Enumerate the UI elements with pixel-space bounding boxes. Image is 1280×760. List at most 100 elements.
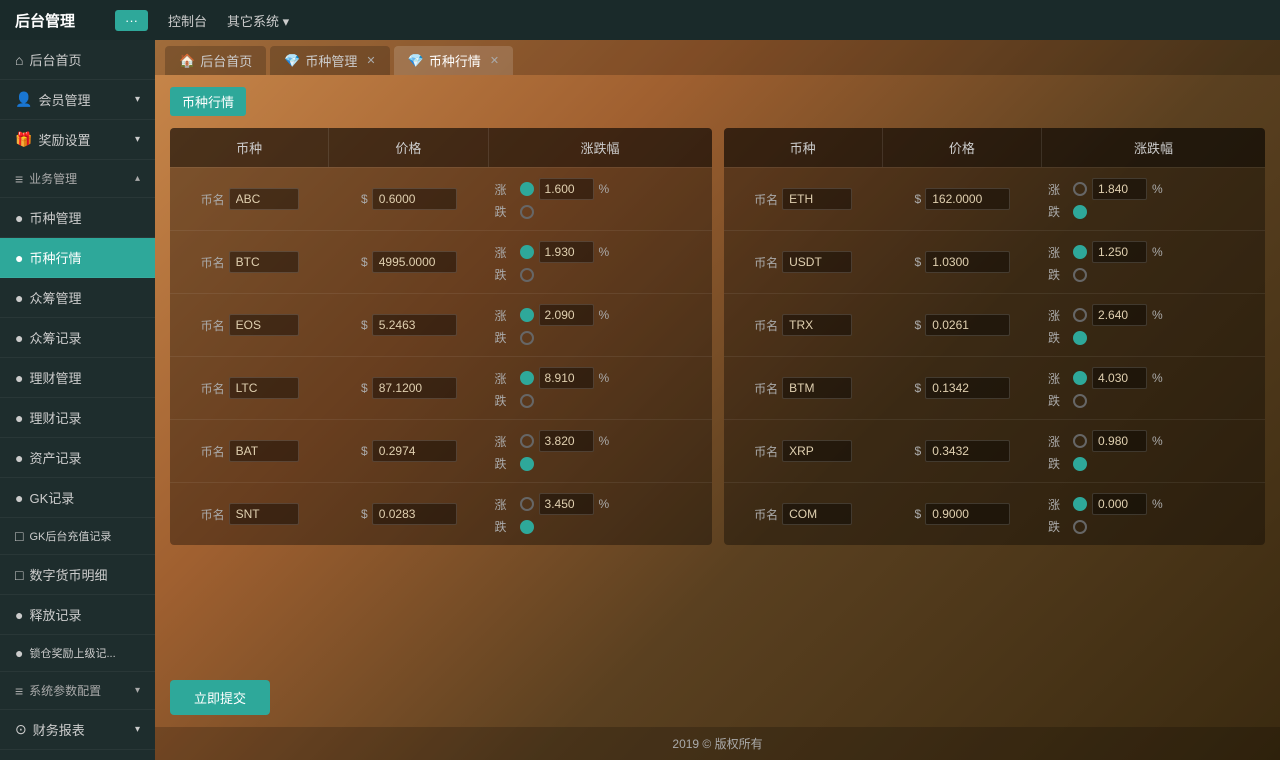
fall-radio[interactable] bbox=[1073, 520, 1087, 534]
fall-radio-selected[interactable] bbox=[520, 457, 534, 471]
coin-name-input[interactable] bbox=[782, 377, 852, 399]
submit-button[interactable]: 立即提交 bbox=[170, 680, 270, 715]
price-input[interactable] bbox=[925, 440, 1010, 462]
sidebar-item-asset-records[interactable]: ● 资产记录 bbox=[0, 438, 155, 478]
coin-name-input[interactable] bbox=[229, 503, 299, 525]
close-coin-mgmt-tab[interactable]: ✕ bbox=[366, 54, 375, 67]
price-input[interactable] bbox=[372, 440, 457, 462]
price-input[interactable] bbox=[372, 251, 457, 273]
coin-name-input[interactable] bbox=[782, 188, 852, 210]
change-value-input[interactable] bbox=[539, 178, 594, 200]
sidebar-item-gk-recharge[interactable]: □ GK后台充值记录 bbox=[0, 518, 155, 555]
fall-radio-selected[interactable] bbox=[1073, 457, 1087, 471]
rise-radio-selected[interactable] bbox=[520, 245, 534, 259]
fall-radio[interactable] bbox=[520, 394, 534, 408]
coin-name-input[interactable] bbox=[229, 440, 299, 462]
coin-name-input[interactable] bbox=[229, 251, 299, 273]
coin-name-input[interactable] bbox=[782, 251, 852, 273]
fall-radio-selected[interactable] bbox=[1073, 331, 1087, 345]
tab-coin-market[interactable]: 💎 币种行情 ✕ bbox=[394, 46, 513, 75]
fall-radio[interactable] bbox=[1073, 394, 1087, 408]
price-input[interactable] bbox=[372, 314, 457, 336]
price-input[interactable] bbox=[372, 377, 457, 399]
tab-coin-mgmt[interactable]: 💎 币种管理 ✕ bbox=[270, 46, 389, 75]
dollar-sign: $ bbox=[361, 507, 368, 521]
sidebar-item-reward[interactable]: 🎁 奖励设置 ▾ bbox=[0, 120, 155, 160]
price-input[interactable] bbox=[925, 503, 1010, 525]
rise-radio[interactable] bbox=[1073, 182, 1087, 196]
fall-radio-selected[interactable] bbox=[1073, 205, 1087, 219]
price-input[interactable] bbox=[925, 251, 1010, 273]
price-input[interactable] bbox=[925, 377, 1010, 399]
rise-radio-selected[interactable] bbox=[1073, 371, 1087, 385]
sidebar-item-lock-reward[interactable]: ● 锁仓奖励上级记... bbox=[0, 635, 155, 672]
coin-name-input[interactable] bbox=[229, 377, 299, 399]
sidebar-item-label: GK后台充值记录 bbox=[29, 528, 111, 544]
rise-radio-selected[interactable] bbox=[1073, 497, 1087, 511]
sidebar-item-business[interactable]: ≡ 业务管理 ▴ bbox=[0, 160, 155, 198]
top-nav-more-button[interactable]: ··· bbox=[115, 10, 148, 31]
dollar-sign: $ bbox=[915, 381, 922, 395]
sidebar-item-sys-config[interactable]: ≡ 系统参数配置 ▾ bbox=[0, 672, 155, 710]
sidebar-item-finance-records[interactable]: ● 理财记录 bbox=[0, 398, 155, 438]
fall-radio[interactable] bbox=[1073, 268, 1087, 282]
chevron-down-icon: ▾ bbox=[135, 134, 140, 145]
dollar-sign: $ bbox=[915, 192, 922, 206]
fall-radio-selected[interactable] bbox=[520, 520, 534, 534]
sidebar-item-home[interactable]: ⌂ 后台首页 bbox=[0, 40, 155, 80]
sidebar-item-coin-market[interactable]: ● 币种行情 bbox=[0, 238, 155, 278]
coin-label: 币名 bbox=[201, 380, 225, 397]
pct-label: % bbox=[1152, 497, 1163, 511]
sidebar-item-crypto-detail[interactable]: □ 数字货币明细 bbox=[0, 555, 155, 595]
price-cell: $ bbox=[329, 310, 488, 340]
rise-radio[interactable] bbox=[520, 434, 534, 448]
change-value-input[interactable] bbox=[1092, 241, 1147, 263]
sidebar-item-finance-report[interactable]: ⊙ 财务报表 ▾ bbox=[0, 710, 155, 750]
sidebar-item-finance-mgmt[interactable]: ● 理财管理 bbox=[0, 358, 155, 398]
price-input[interactable] bbox=[925, 314, 1010, 336]
change-value-input[interactable] bbox=[539, 304, 594, 326]
sidebar-item-gk-records[interactable]: ● GK记录 bbox=[0, 478, 155, 518]
sidebar-item-coin-mgmt[interactable]: ● 币种管理 bbox=[0, 198, 155, 238]
price-input[interactable] bbox=[925, 188, 1010, 210]
fall-radio[interactable] bbox=[520, 205, 534, 219]
rise-radio[interactable] bbox=[1073, 434, 1087, 448]
rise-radio-selected[interactable] bbox=[520, 308, 534, 322]
price-input[interactable] bbox=[372, 503, 457, 525]
rise-radio-selected[interactable] bbox=[1073, 245, 1087, 259]
sidebar-item-release[interactable]: ● 释放记录 bbox=[0, 595, 155, 635]
sidebar-item-label: 理财记录 bbox=[29, 408, 81, 427]
fall-label: 跌 bbox=[1048, 455, 1068, 472]
sidebar-item-crowd-mgmt[interactable]: ● 众筹管理 bbox=[0, 278, 155, 318]
sidebar-item-crowd-records[interactable]: ● 众筹记录 bbox=[0, 318, 155, 358]
change-value-input[interactable] bbox=[539, 241, 594, 263]
fall-radio[interactable] bbox=[520, 331, 534, 345]
change-value-input[interactable] bbox=[1092, 304, 1147, 326]
coin-name-input[interactable] bbox=[229, 188, 299, 210]
sidebar-item-member[interactable]: 👤 会员管理 ▾ bbox=[0, 80, 155, 120]
change-value-input[interactable] bbox=[539, 493, 594, 515]
top-nav-console-link[interactable]: 控制台 bbox=[168, 11, 207, 30]
change-value-input[interactable] bbox=[1092, 493, 1147, 515]
coin-name-input[interactable] bbox=[229, 314, 299, 336]
coin-name-input[interactable] bbox=[782, 440, 852, 462]
price-input[interactable] bbox=[372, 188, 457, 210]
coin-name-input[interactable] bbox=[782, 503, 852, 525]
change-value-input[interactable] bbox=[539, 367, 594, 389]
top-nav-other-link[interactable]: 其它系统 bbox=[227, 11, 289, 30]
sidebar-item-label: 数字货币明细 bbox=[29, 565, 107, 584]
change-cell: 涨 % 跌 bbox=[489, 174, 712, 224]
coin-name-input[interactable] bbox=[782, 314, 852, 336]
fall-radio[interactable] bbox=[520, 268, 534, 282]
close-coin-market-tab[interactable]: ✕ bbox=[490, 54, 499, 67]
sidebar-item-store-mgmt[interactable]: □ 商城管理 ▾ bbox=[0, 750, 155, 760]
change-value-input[interactable] bbox=[1092, 178, 1147, 200]
rise-radio-selected[interactable] bbox=[520, 182, 534, 196]
rise-radio-selected[interactable] bbox=[520, 371, 534, 385]
tab-home[interactable]: 🏠 后台首页 bbox=[165, 46, 266, 75]
change-value-input[interactable] bbox=[1092, 367, 1147, 389]
rise-radio[interactable] bbox=[520, 497, 534, 511]
rise-radio[interactable] bbox=[1073, 308, 1087, 322]
change-value-input[interactable] bbox=[1092, 430, 1147, 452]
change-value-input[interactable] bbox=[539, 430, 594, 452]
